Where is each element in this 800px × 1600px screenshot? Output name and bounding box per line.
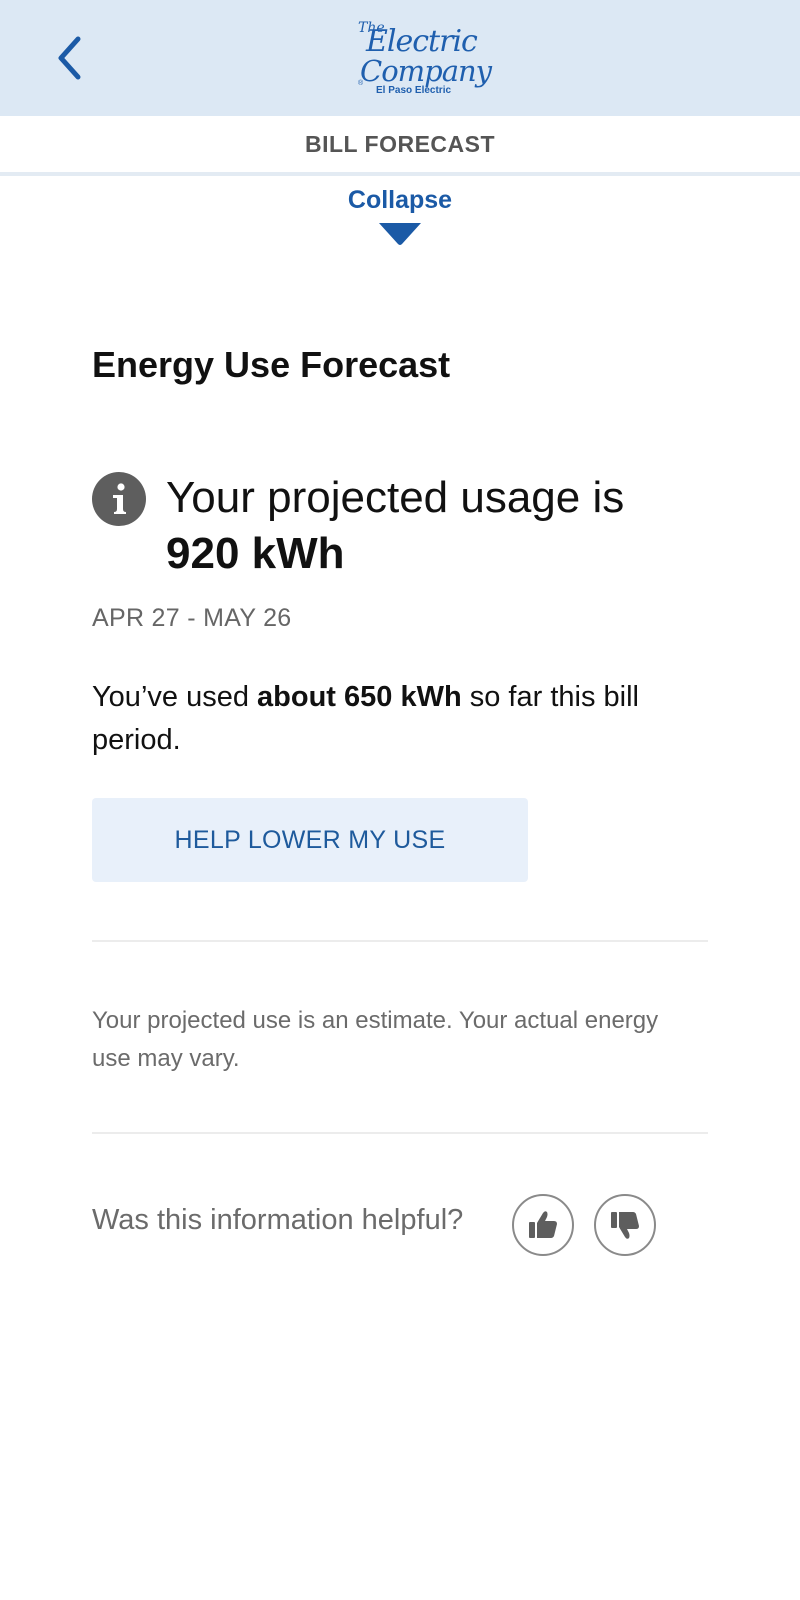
projected-usage-prefix: Your projected usage is — [166, 473, 625, 522]
electric-company-logo: The Electric Company ® El Paso Electric — [346, 14, 492, 100]
logo-subtitle: El Paso Electric — [376, 85, 452, 96]
triangle-down-icon — [379, 223, 421, 245]
usage-prefix: You’ve used — [92, 681, 258, 713]
page-title: BILL FORECAST — [304, 130, 496, 157]
logo-registered-mark: ® — [358, 80, 364, 87]
projected-usage: Your projected usage is 920 kWh — [166, 470, 726, 582]
collapse-label: Collapse — [347, 186, 453, 214]
title-bar: BILL FORECAST — [0, 116, 800, 176]
forecast-disclaimer: Your projected use is an estimate. Your … — [92, 1007, 659, 1072]
info-icon — [92, 472, 146, 526]
usage-value: about 650 kWh — [257, 681, 462, 713]
feedback-question: Was this information helpful? — [92, 1204, 464, 1236]
thumbs-down-icon — [611, 1212, 639, 1239]
bill-period-dates: APR 27 - MAY 26 — [92, 604, 292, 632]
thumbs-down-button[interactable] — [594, 1194, 656, 1256]
thumbs-up-icon — [529, 1211, 557, 1238]
help-lower-use-button[interactable]: HELP LOWER MY USE — [92, 798, 528, 882]
back-button[interactable] — [48, 30, 92, 86]
projected-usage-value: 920 kWh — [166, 529, 345, 578]
app-screen: The Electric Company ® El Paso Electric … — [0, 0, 800, 1600]
divider — [92, 1132, 708, 1134]
collapse-toggle[interactable]: Collapse — [300, 186, 500, 264]
usage-so-far: You’ve used about 650 kWh so far this bi… — [92, 676, 732, 762]
logo-company-text: Company — [360, 54, 492, 88]
thumbs-up-button[interactable] — [512, 1194, 574, 1256]
divider — [92, 940, 708, 942]
app-header: The Electric Company ® El Paso Electric — [0, 0, 800, 116]
section-title: Energy Use Forecast — [92, 344, 451, 385]
info-glyph — [113, 483, 126, 514]
chevron-left-icon — [58, 36, 81, 80]
